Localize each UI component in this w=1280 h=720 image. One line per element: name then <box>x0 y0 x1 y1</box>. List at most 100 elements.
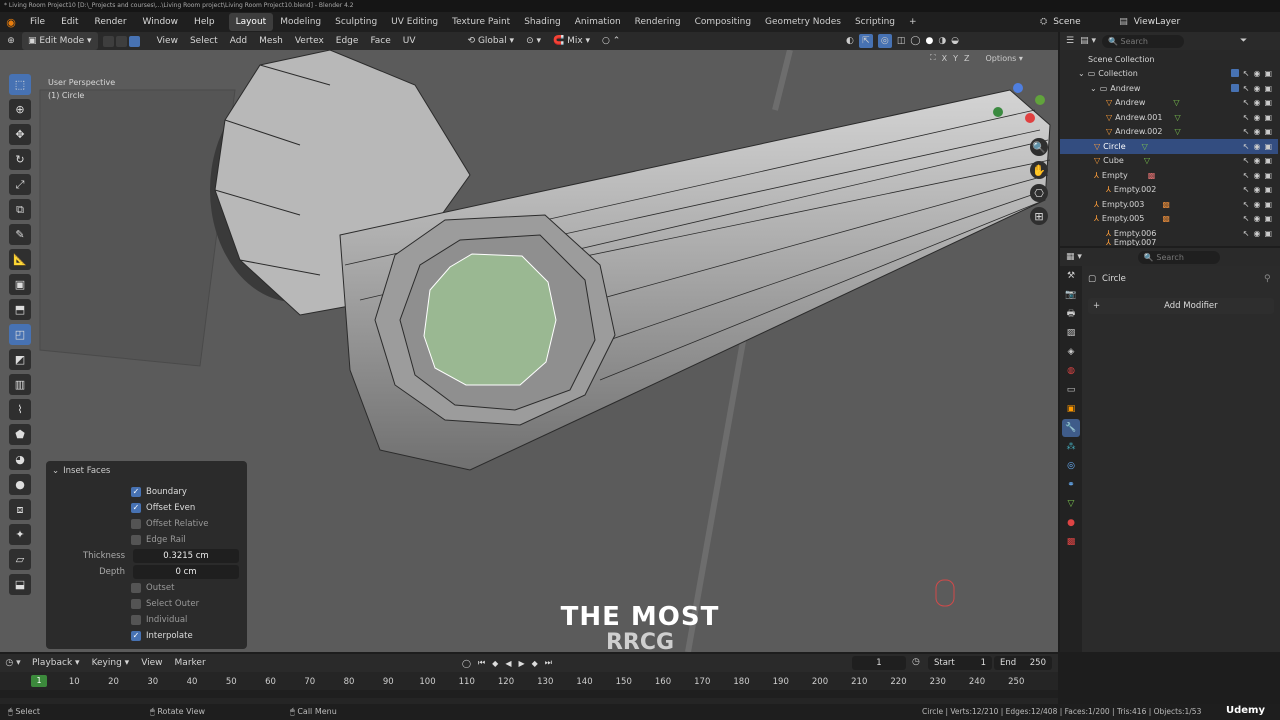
boundary-row[interactable]: ✓ Boundary <box>46 484 247 500</box>
collapse-chevron-icon[interactable]: ⌄ <box>52 466 59 476</box>
play-reverse-icon[interactable]: ◀ <box>505 659 511 668</box>
menu-view[interactable]: View <box>151 32 184 50</box>
ortho-grid-icon[interactable]: ⊞ <box>1030 207 1048 225</box>
knife-tool-icon[interactable]: ⌇ <box>9 399 31 420</box>
rip-tool-icon[interactable]: ⬓ <box>9 574 31 595</box>
offset-relative-row[interactable]: Offset Relative <box>46 516 247 532</box>
menu-face[interactable]: Face <box>364 32 396 50</box>
shading-wire-icon[interactable]: ◯ <box>910 36 920 46</box>
scene-collection-row[interactable]: Scene Collection <box>1060 52 1278 67</box>
visibility-icon[interactable]: ◐ <box>846 36 854 46</box>
outliner-row-collection[interactable]: ⌄ ▭ Collection ↖ ◉ ▣ <box>1060 67 1278 82</box>
gizmo-z-axis[interactable] <box>1013 83 1023 93</box>
camera-icon[interactable]: ▣ <box>1264 127 1272 136</box>
eye-icon[interactable]: ◉ <box>1253 171 1260 180</box>
camera-icon[interactable]: ▣ <box>1264 200 1272 209</box>
timeline-ruler[interactable]: 1 10 20 30 40 50 60 70 80 90 100 110 120 130 140 150 16… <box>0 672 1058 704</box>
selectable-icon[interactable]: ↖ <box>1243 69 1250 78</box>
shading-solid-icon[interactable]: ● <box>925 36 933 46</box>
record-icon[interactable]: ◯ <box>462 659 471 668</box>
mirror-axis-z[interactable]: Z <box>964 54 969 63</box>
scene-name[interactable]: Scene <box>1053 17 1113 27</box>
tab-layout[interactable]: Layout <box>228 13 274 31</box>
overlay-icon[interactable]: ◎ <box>877 34 892 48</box>
frame-range-start[interactable]: Start 1 <box>928 656 992 670</box>
outliner-row-empty-002[interactable]: ⅄ Empty.002 ↖ ◉ ▣ <box>1060 183 1278 198</box>
proportional-edit-icon[interactable]: ○ ⌃ <box>596 32 626 50</box>
transform-orientation-dropdown[interactable]: ⟲ Global ▾ <box>462 32 521 50</box>
menu-keying[interactable]: Keying ▾ <box>86 654 136 672</box>
poly-build-tool-icon[interactable]: ⬟ <box>9 424 31 445</box>
editor-type-icon[interactable]: ⊕ <box>0 36 22 46</box>
tab-geometry-nodes[interactable]: Geometry Nodes <box>758 13 848 31</box>
measure-tool-icon[interactable]: 📐 <box>9 249 31 270</box>
camera-view-icon[interactable]: ⎔ <box>1030 184 1048 202</box>
selectable-icon[interactable]: ↖ <box>1243 156 1250 165</box>
menu-uv[interactable]: UV <box>397 32 422 50</box>
outliner-row-empty[interactable]: ⅄ Empty ▩ ↖ ◉ ▣ <box>1060 168 1278 183</box>
edge-rail-row[interactable]: Edge Rail <box>46 532 247 548</box>
camera-icon[interactable]: ▣ <box>1264 113 1272 122</box>
depth-field[interactable]: 0 cm <box>133 565 239 579</box>
constraints-tab-icon[interactable]: ⚭ <box>1062 476 1080 494</box>
tab-modeling[interactable]: Modeling <box>273 13 328 31</box>
inset-tool-icon[interactable]: ◰ <box>9 324 31 345</box>
tab-rendering[interactable]: Rendering <box>628 13 688 31</box>
scale-tool-icon[interactable]: ⤢ <box>9 174 31 195</box>
offset-relative-checkbox[interactable] <box>131 519 141 529</box>
shading-material-icon[interactable]: ◑ <box>938 36 946 46</box>
xray-icon[interactable]: ◫ <box>897 36 906 46</box>
outliner-row-andrew[interactable]: ▽ Andrew ▽ ↖ ◉ ▣ <box>1060 96 1278 111</box>
scene-tab-icon[interactable]: ◈ <box>1062 343 1080 361</box>
pan-hand-icon[interactable]: ✋ <box>1030 161 1048 179</box>
object-name[interactable]: Circle <box>1102 274 1126 284</box>
menu-playback[interactable]: Playback ▾ <box>26 654 86 672</box>
spin-tool-icon[interactable]: ◕ <box>9 449 31 470</box>
tab-scripting[interactable]: Scripting <box>848 13 902 31</box>
outliner-row-cube[interactable]: ▽ Cube ▽ ↖ ◉ ▣ <box>1060 154 1278 169</box>
eye-icon[interactable]: ◉ <box>1253 69 1260 78</box>
snap-dropdown[interactable]: 🧲 Mix ▾ <box>547 32 596 50</box>
eye-icon[interactable]: ◉ <box>1253 156 1260 165</box>
menu-edge[interactable]: Edge <box>330 32 365 50</box>
outliner-editor-icon[interactable]: ☰ <box>1066 36 1074 46</box>
edge-slide-tool-icon[interactable]: ⧈ <box>9 499 31 520</box>
mirror-axis-y[interactable]: Y <box>953 54 958 63</box>
camera-icon[interactable]: ▣ <box>1264 229 1272 238</box>
selectable-icon[interactable]: ↖ <box>1243 171 1250 180</box>
menu-select[interactable]: Select <box>184 32 224 50</box>
gizmo-icon[interactable]: ⇱ <box>858 34 873 48</box>
timeline-scrollbar[interactable] <box>0 690 1058 698</box>
gizmo-y-axis[interactable] <box>1035 95 1045 105</box>
properties-search-field[interactable]: 🔍 Search <box>1137 250 1220 264</box>
view-layer-name[interactable]: ViewLayer <box>1134 17 1180 27</box>
select-box-tool-icon[interactable]: ⬚ <box>9 74 31 95</box>
zoom-icon[interactable]: 🔍 <box>1030 138 1048 156</box>
vertex-select-icon[interactable] <box>102 35 114 47</box>
camera-icon[interactable]: ▣ <box>1264 171 1272 180</box>
options-dropdown[interactable]: Options ▾ <box>985 54 1022 63</box>
add-modifier-button[interactable]: + Add Modifier <box>1088 298 1274 314</box>
camera-icon[interactable]: ▣ <box>1264 142 1272 151</box>
interpolate-row[interactable]: ✓ Interpolate <box>46 628 247 644</box>
annotate-tool-icon[interactable]: ✎ <box>9 224 31 245</box>
add-workspace-icon[interactable]: + <box>902 13 924 31</box>
outset-row[interactable]: Outset <box>46 580 247 596</box>
inset-panel-header[interactable]: ⌄ Inset Faces <box>46 463 247 479</box>
eye-icon[interactable]: ◉ <box>1253 127 1260 136</box>
tab-compositing[interactable]: Compositing <box>688 13 758 31</box>
texture-tab-icon[interactable]: ▩ <box>1062 533 1080 551</box>
clock-icon[interactable]: ◷ <box>912 657 920 667</box>
offset-even-checkbox[interactable]: ✓ <box>131 503 141 513</box>
frame-range-end[interactable]: End 250 <box>994 656 1052 670</box>
face-select-icon[interactable] <box>128 35 140 47</box>
tab-animation[interactable]: Animation <box>568 13 628 31</box>
mode-selector[interactable]: ▣ Edit Mode ▾ <box>22 32 98 50</box>
offset-even-row[interactable]: ✓ Offset Even <box>46 500 247 516</box>
selectable-icon[interactable]: ↖ <box>1243 214 1250 223</box>
selectable-icon[interactable]: ↖ <box>1243 127 1250 136</box>
menu-help[interactable]: Help <box>186 12 223 32</box>
prev-keyframe-icon[interactable]: ◆ <box>492 659 498 668</box>
menu-timeline-view[interactable]: View <box>135 654 168 672</box>
edge-rail-checkbox[interactable] <box>131 535 141 545</box>
